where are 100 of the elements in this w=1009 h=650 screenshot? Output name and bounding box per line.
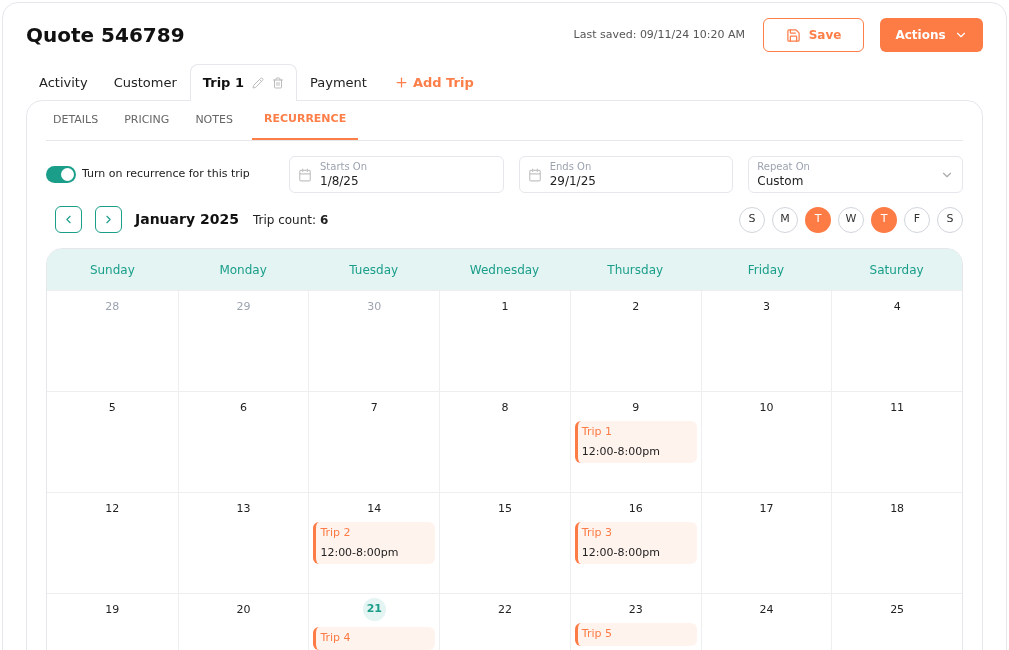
- day-number: 13: [236, 501, 251, 516]
- day-number: 24: [759, 602, 774, 617]
- day-number: 17: [759, 501, 774, 516]
- event-time: 12:00-8:00pm: [581, 544, 661, 561]
- next-month-button[interactable]: [95, 206, 122, 233]
- weekday-heading: Wednesday: [468, 261, 541, 279]
- day-number: 25: [890, 602, 905, 617]
- toggle-label: Turn on recurrence for this trip: [82, 166, 250, 183]
- weekday-heading: Saturday: [868, 261, 925, 279]
- day-number: 29: [236, 299, 251, 314]
- trip-count: Trip count: 6: [252, 211, 330, 229]
- date-field[interactable]: Ends On 29/1/25: [518, 156, 734, 193]
- day-cell[interactable]: 20: [177, 594, 309, 650]
- day-number: 22: [498, 602, 512, 617]
- day-cell[interactable]: 1: [439, 291, 570, 391]
- page-title: Quote 546789: [26, 22, 186, 49]
- day-number: 7: [370, 400, 378, 415]
- day-number: 18: [890, 501, 905, 516]
- day-cell[interactable]: 19: [47, 594, 178, 650]
- field-value: 1/8/25: [320, 175, 360, 187]
- event-title: Trip 3: [581, 525, 613, 541]
- plus-icon: [393, 75, 409, 90]
- day-number: 4: [893, 299, 901, 314]
- day-cell[interactable]: 22: [439, 594, 570, 650]
- day-cell[interactable]: 12: [47, 493, 178, 593]
- day-number: 28: [105, 299, 120, 314]
- day-number: 20: [236, 602, 251, 617]
- day-number: 19: [105, 602, 120, 617]
- day-number: 12: [105, 501, 120, 516]
- sub-tab[interactable]: PRICING: [117, 101, 177, 140]
- field-label: Ends On: [549, 162, 593, 172]
- save-icon: [785, 27, 801, 43]
- previous-month-button[interactable]: [55, 206, 82, 233]
- day-cell[interactable]: 18: [831, 493, 962, 593]
- day-cell[interactable]: 11: [831, 392, 962, 492]
- event-title: Trip 1: [581, 424, 613, 440]
- day-number: 21: [362, 598, 386, 621]
- event-title: Trip 2: [320, 525, 352, 541]
- last-saved-text: Last saved: 09/11/24 10:20 AM: [573, 26, 745, 43]
- day-number: 11: [890, 400, 905, 415]
- day-cell[interactable]: 6: [177, 392, 309, 492]
- month-title: January 2025: [135, 210, 239, 229]
- day-number: 16: [628, 501, 643, 516]
- event-title: Trip 4: [320, 630, 352, 646]
- day-number: 5: [108, 400, 116, 415]
- weekday-heading: Thursday: [606, 261, 665, 279]
- day-number: 23: [628, 602, 643, 617]
- day-cell[interactable]: 15: [439, 493, 570, 593]
- day-cell[interactable]: 7: [308, 392, 440, 492]
- day-number: 3: [762, 299, 770, 314]
- day-cell[interactable]: 4: [831, 291, 962, 391]
- calendar-icon: [527, 167, 542, 182]
- day-number: 14: [367, 501, 382, 516]
- event-time: 12:00-8:00pm: [320, 544, 400, 561]
- day-cell[interactable]: 5: [47, 392, 178, 492]
- weekday-heading: Tuesday: [348, 261, 400, 279]
- day-number: 1: [501, 299, 509, 314]
- tab[interactable]: Payment: [296, 64, 380, 101]
- field-value: 29/1/25: [549, 175, 597, 187]
- trash-icon[interactable]: [271, 77, 284, 89]
- pencil-icon[interactable]: [251, 77, 264, 89]
- day-cell[interactable]: 8: [439, 392, 570, 492]
- tab[interactable]: Activity: [26, 64, 101, 101]
- calendar-icon: [298, 167, 312, 182]
- day-number: 10: [759, 400, 774, 415]
- trip-event[interactable]: Trip 3 12:00-8:00pm: [574, 522, 697, 564]
- weekday-heading: Monday: [218, 261, 268, 279]
- day-number: 8: [501, 400, 509, 415]
- day-cell[interactable]: 16 Trip 3 12:00-8:00pm: [569, 493, 701, 593]
- day-cell[interactable]: 2: [569, 291, 701, 391]
- trip-event[interactable]: Trip 1 12:00-8:00pm: [574, 421, 697, 463]
- event-time: 12:00-8:00pm: [581, 443, 661, 460]
- day-cell[interactable]: 14 Trip 2 12:00-8:00pm: [308, 493, 440, 593]
- day-cell[interactable]: 24: [700, 594, 832, 650]
- day-number: 6: [240, 400, 248, 415]
- day-cell[interactable]: 23 Trip 5: [569, 594, 701, 650]
- weekday-heading: Friday: [746, 261, 786, 279]
- field-label: Repeat On: [757, 162, 811, 172]
- day-number: 2: [632, 299, 640, 314]
- sub-tab[interactable]: DETAILS: [46, 101, 106, 140]
- field-label: Starts On: [320, 162, 369, 172]
- date-field[interactable]: Repeat On Custom: [748, 156, 963, 193]
- day-cell[interactable]: 9 Trip 1 12:00-8:00pm: [569, 392, 701, 492]
- sub-tab[interactable]: NOTES: [188, 101, 240, 140]
- day-cell[interactable]: 13: [177, 493, 309, 593]
- event-title: Trip 5: [581, 626, 613, 642]
- day-cell[interactable]: 10: [700, 392, 832, 492]
- day-number: 15: [498, 501, 512, 516]
- toggle-switch[interactable]: [46, 166, 76, 183]
- tab[interactable]: Customer: [100, 64, 190, 101]
- weekday-heading: Sunday: [88, 261, 136, 279]
- day-cell[interactable]: 17: [700, 493, 832, 593]
- field-value: Custom: [757, 175, 805, 187]
- date-field[interactable]: Starts On 1/8/25: [289, 156, 504, 193]
- trip-event[interactable]: Trip 2 12:00-8:00pm: [313, 522, 436, 564]
- day-number: 30: [367, 299, 382, 314]
- day-cell[interactable]: 25: [831, 594, 962, 650]
- tab[interactable]: Trip 1: [189, 64, 297, 101]
- day-cell[interactable]: 3: [700, 291, 832, 391]
- day-number: 9: [632, 400, 640, 415]
